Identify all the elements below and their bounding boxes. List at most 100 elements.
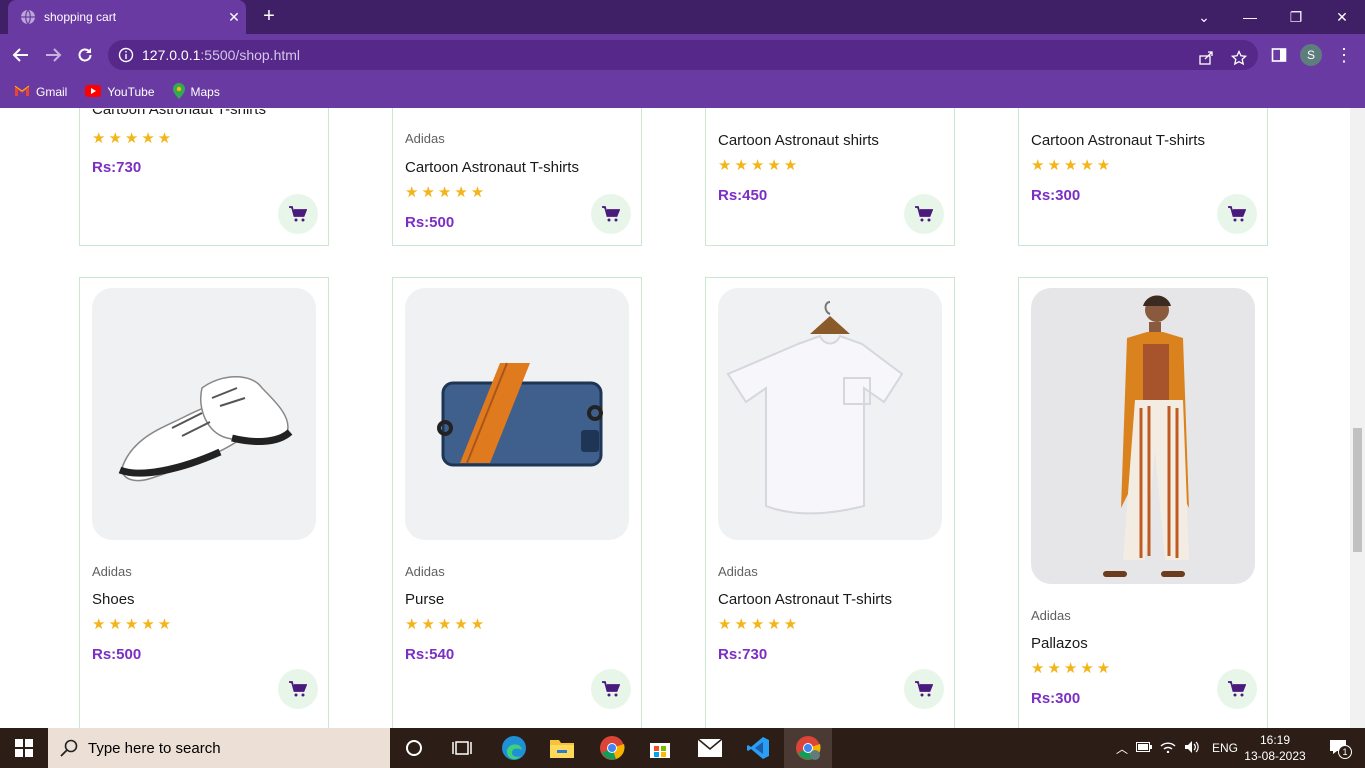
chrome-active-icon[interactable] <box>784 728 832 768</box>
rating-stars: ★★★★★ <box>405 616 488 633</box>
product-price: Rs:730 <box>92 159 142 176</box>
search-placeholder: Type here to search <box>88 739 221 757</box>
add-to-cart-button[interactable] <box>904 194 944 234</box>
product-image[interactable] <box>405 288 629 540</box>
battery-icon[interactable] <box>1132 741 1156 755</box>
product-card[interactable]: Adidas Pallazos ★★★★★ Rs:300 <box>1018 277 1268 728</box>
close-window-button[interactable]: ✕ <box>1319 0 1365 34</box>
rating-stars: ★★★★★ <box>1031 157 1114 174</box>
product-card[interactable]: Adidas Shoes ★★★★★ Rs:500 <box>79 277 329 728</box>
language-indicator[interactable]: ENG <box>1210 741 1240 755</box>
volume-icon[interactable] <box>1180 740 1204 757</box>
page-scrollbar[interactable] <box>1350 108 1365 728</box>
rating-stars: ★★★★★ <box>92 130 175 147</box>
product-price: Rs:500 <box>92 646 142 663</box>
reload-button[interactable] <box>73 43 97 67</box>
product-name: Pallazos <box>1031 635 1088 652</box>
bookmark-label: Gmail <box>36 85 68 99</box>
product-brand: Adidas <box>92 564 132 579</box>
add-to-cart-button[interactable] <box>278 669 318 709</box>
add-to-cart-button[interactable] <box>1217 669 1257 709</box>
clock[interactable]: 16:19 13-08-2023 <box>1240 732 1310 764</box>
product-name: Cartoon Astronaut shirts <box>718 132 879 149</box>
forward-button[interactable] <box>41 43 65 67</box>
page-viewport: Cartoon Astronaut T-shirts ★★★★★ Rs:730 … <box>0 108 1350 728</box>
cortana-icon[interactable] <box>390 728 438 768</box>
microsoft-store-icon[interactable] <box>636 728 684 768</box>
address-bar[interactable]: 127.0.0.1:5500/shop.html <box>108 40 1258 70</box>
chevron-up-icon[interactable]: ︿ <box>1112 740 1132 757</box>
file-explorer-icon[interactable] <box>538 728 586 768</box>
rating-stars: ★★★★★ <box>718 157 801 174</box>
notifications-icon[interactable]: 1 <box>1326 739 1352 759</box>
wifi-icon[interactable] <box>1156 741 1180 756</box>
tab-title: shopping cart <box>44 10 117 24</box>
product-card[interactable]: Cartoon Astronaut shirts ★★★★★ Rs:450 <box>705 108 955 246</box>
profile-avatar[interactable]: S <box>1300 44 1322 66</box>
cart-icon <box>289 681 307 697</box>
rating-stars: ★★★★★ <box>92 616 175 633</box>
taskbar-search-box[interactable]: Type here to search <box>48 728 390 768</box>
product-name: Purse <box>405 591 445 608</box>
cart-icon <box>1228 206 1246 222</box>
bookmark-gmail[interactable]: Gmail <box>14 85 67 100</box>
product-image[interactable] <box>718 288 942 540</box>
product-price: Rs:500 <box>405 214 455 231</box>
add-to-cart-button[interactable] <box>904 669 944 709</box>
windows-start-button[interactable] <box>0 728 48 768</box>
restore-button[interactable]: ❐ <box>1273 0 1319 34</box>
product-name: Shoes <box>92 591 135 608</box>
rating-stars: ★★★★★ <box>405 184 488 201</box>
browser-tabstrip: shopping cart ✕ + ⌄ — ❐ ✕ <box>0 0 1365 34</box>
system-tray: ︿ ENG 16:19 13-08-2023 1 <box>1112 728 1352 768</box>
add-to-cart-button[interactable] <box>278 194 318 234</box>
cart-icon <box>602 206 620 222</box>
mail-icon[interactable] <box>686 728 734 768</box>
product-price: Rs:450 <box>718 187 768 204</box>
clock-time: 16:19 <box>1259 733 1291 747</box>
add-to-cart-button[interactable] <box>591 194 631 234</box>
product-image[interactable] <box>92 288 316 540</box>
product-name: Cartoon Astronaut T-shirts <box>92 108 266 118</box>
side-panel-icon[interactable] <box>1267 43 1291 67</box>
bookmark-label: YouTube <box>107 85 155 99</box>
product-image[interactable] <box>1031 288 1255 584</box>
new-tab-button[interactable]: + <box>258 6 280 28</box>
share-icon[interactable] <box>1194 46 1218 70</box>
add-to-cart-button[interactable] <box>591 669 631 709</box>
minimize-button[interactable]: — <box>1227 0 1273 34</box>
product-card[interactable]: Adidas Cartoon Astronaut T-shirts ★★★★★ … <box>705 277 955 728</box>
url-path: :5500/shop.html <box>200 47 301 63</box>
windows-logo-icon <box>15 739 33 757</box>
back-button[interactable] <box>9 43 33 67</box>
tab-close-icon[interactable]: ✕ <box>222 9 246 26</box>
bookmark-star-icon[interactable] <box>1227 46 1251 70</box>
pallazos-image <box>1103 295 1189 577</box>
task-view-icon[interactable] <box>438 728 486 768</box>
tab-search-icon[interactable]: ⌄ <box>1181 0 1227 34</box>
product-price: Rs:300 <box>1031 187 1081 204</box>
product-name: Cartoon Astronaut T-shirts <box>405 159 579 176</box>
product-card[interactable]: Adidas Purse ★★★★★ Rs:540 <box>392 277 642 728</box>
bookmark-maps[interactable]: Maps <box>172 82 220 102</box>
browser-tab[interactable]: shopping cart ✕ <box>8 0 246 34</box>
product-card[interactable]: Adidas Cartoon Astronaut T-shirts ★★★★★ … <box>392 108 642 246</box>
purse-image <box>437 362 603 467</box>
vscode-icon[interactable] <box>734 728 782 768</box>
add-to-cart-button[interactable] <box>1217 194 1257 234</box>
site-info-icon[interactable] <box>118 47 134 63</box>
scrollbar-thumb[interactable] <box>1353 428 1362 552</box>
chrome-icon[interactable] <box>588 728 636 768</box>
product-card[interactable]: Cartoon Astronaut T-shirts ★★★★★ Rs:730 <box>79 108 329 246</box>
product-card[interactable]: Cartoon Astronaut T-shirts ★★★★★ Rs:300 <box>1018 108 1268 246</box>
search-icon <box>60 739 78 757</box>
edge-icon[interactable] <box>490 728 538 768</box>
product-name: Cartoon Astronaut T-shirts <box>1031 132 1205 149</box>
product-brand: Adidas <box>405 564 445 579</box>
browser-menu-icon[interactable]: ⋮ <box>1332 43 1356 67</box>
product-price: Rs:540 <box>405 646 455 663</box>
product-name: Cartoon Astronaut T-shirts <box>718 591 892 608</box>
product-price: Rs:300 <box>1031 690 1081 707</box>
cart-icon <box>289 206 307 222</box>
bookmark-youtube[interactable]: YouTube <box>85 84 155 100</box>
